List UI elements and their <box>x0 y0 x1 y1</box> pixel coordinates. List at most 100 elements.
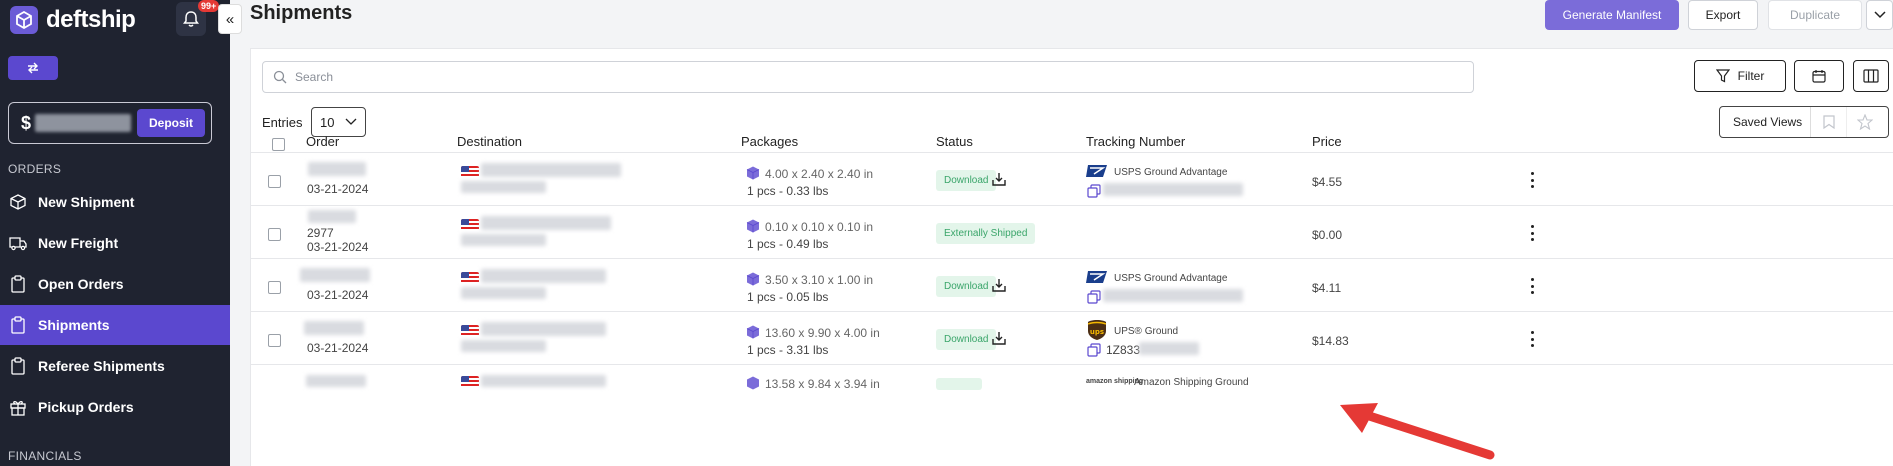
columns-icon <box>1863 69 1879 83</box>
sidebar-item-label: Shipments <box>38 317 110 333</box>
saved-views-button[interactable]: Saved Views <box>1720 107 1812 137</box>
package-icon <box>746 219 760 233</box>
sidebar-item-shipments[interactable]: Shipments <box>0 305 230 345</box>
more-actions-button[interactable] <box>1866 0 1893 30</box>
destination-redacted <box>481 375 606 387</box>
table-row[interactable]: 03-21-2024 4.00 x 2.40 x 2.40 in 1 pcs -… <box>251 152 1893 205</box>
download-icon[interactable] <box>989 275 1009 295</box>
carrier-name: USPS Ground Advantage <box>1114 167 1228 178</box>
row-checkbox[interactable] <box>268 228 281 241</box>
table-row[interactable]: 2977 03-21-2024 0.10 x 0.10 x 0.10 in 1 … <box>251 205 1893 258</box>
row-actions-menu-icon[interactable] <box>1527 172 1537 188</box>
status-badge[interactable]: Download <box>936 329 997 350</box>
row-actions-menu-icon[interactable] <box>1527 278 1537 294</box>
status-badge[interactable]: Download <box>936 170 997 191</box>
truck-icon <box>8 233 28 253</box>
copy-icon[interactable] <box>1087 290 1101 304</box>
column-header-packages[interactable]: Packages <box>741 134 798 149</box>
package-dimensions: 4.00 x 2.40 x 2.40 in <box>765 167 874 181</box>
destination-redacted <box>481 269 606 283</box>
table-row[interactable]: 03-21-2024 13.60 x 9.90 x 4.00 in 1 pcs … <box>251 311 1893 364</box>
search-input[interactable] <box>295 70 1445 84</box>
package-icon <box>746 272 760 286</box>
order-id-redacted <box>308 162 366 176</box>
carrier-name: UPS® Ground <box>1114 326 1179 337</box>
package-icon <box>747 376 759 390</box>
sidebar-item-open-orders[interactable]: Open Orders <box>0 264 230 304</box>
status-badge[interactable]: Download <box>936 276 997 297</box>
package-dimensions: 13.60 x 9.90 x 4.00 in <box>765 326 880 340</box>
sidebar-item-new-freight[interactable]: New Freight <box>0 223 230 263</box>
table-row[interactable]: 13.58 x 9.84 x 3.94 in amazon shipping A… <box>251 364 1893 417</box>
sidebar-item-referee-shipments[interactable]: Referee Shipments <box>0 346 230 386</box>
clipboard-icon <box>8 315 28 335</box>
deposit-button[interactable]: Deposit <box>136 109 205 137</box>
orders-section-label: ORDERS <box>8 162 62 176</box>
tracking-number-redacted <box>1139 342 1199 355</box>
tracking-number-redacted <box>1103 289 1243 302</box>
copy-icon[interactable] <box>1087 343 1101 357</box>
status-badge[interactable]: Externally Shipped <box>936 223 1036 244</box>
collapse-sidebar-button[interactable]: « <box>218 4 242 34</box>
status-badge[interactable] <box>936 378 982 390</box>
row-checkbox[interactable] <box>268 334 281 347</box>
columns-button[interactable] <box>1853 60 1889 92</box>
column-header-destination[interactable]: Destination <box>457 134 522 149</box>
row-actions-menu-icon[interactable] <box>1527 225 1537 241</box>
notification-count-badge: 99+ <box>198 0 220 12</box>
clipboard-icon <box>8 356 28 376</box>
sidebar-item-pickup-orders[interactable]: Pickup Orders <box>0 387 230 427</box>
swap-arrows-icon <box>28 62 38 74</box>
package-weight: 1 pcs - 0.33 lbs <box>747 184 829 198</box>
switch-account-button[interactable] <box>8 56 58 80</box>
copy-icon[interactable] <box>1087 184 1101 198</box>
tracking-number[interactable]: 1Z833 <box>1106 343 1140 357</box>
bookmark-icon[interactable] <box>1811 107 1848 137</box>
duplicate-button[interactable]: Duplicate <box>1768 0 1862 30</box>
destination-redacted <box>461 234 546 246</box>
price: $4.11 <box>1312 281 1342 295</box>
package-weight: 1 pcs - 0.49 lbs <box>747 237 829 251</box>
destination-redacted <box>481 216 611 230</box>
select-all-checkbox[interactable] <box>272 138 285 151</box>
package-weight: 1 pcs - 0.05 lbs <box>747 290 829 304</box>
sidebar: deftship 99+ $ Deposit ORDERS New Shipme… <box>0 0 230 466</box>
column-header-tracking-number[interactable]: Tracking Number <box>1086 134 1185 149</box>
entries-value: 10 <box>320 114 335 130</box>
shipments-panel: Filter Entries 10 Saved Views Order Dest… <box>250 48 1893 466</box>
us-flag-icon <box>461 376 479 388</box>
column-header-status[interactable]: Status <box>936 134 973 149</box>
price: $14.83 <box>1312 334 1349 348</box>
column-header-price[interactable]: Price <box>1312 134 1342 149</box>
sidebar-item-new-shipment[interactable]: New Shipment <box>0 182 230 222</box>
column-header-order[interactable]: Order <box>306 134 339 149</box>
tracking-number-redacted <box>1103 183 1243 196</box>
usps-logo-icon <box>1086 271 1107 283</box>
row-checkbox[interactable] <box>268 281 281 294</box>
us-flag-icon <box>461 325 479 337</box>
brand-name: deftship <box>46 6 136 33</box>
double-chevron-left-icon: « <box>225 10 235 28</box>
download-icon[interactable] <box>989 169 1009 189</box>
svg-text:ups: ups <box>1090 328 1104 336</box>
sidebar-item-label: Referee Shipments <box>38 358 165 374</box>
table-row[interactable]: 03-21-2024 3.50 x 3.10 x 1.00 in 1 pcs -… <box>251 258 1893 311</box>
order-number: 2977 <box>307 226 334 240</box>
brand[interactable]: deftship <box>10 4 136 36</box>
generate-manifest-button[interactable]: Generate Manifest <box>1545 0 1679 30</box>
order-id-redacted <box>308 210 356 223</box>
star-icon[interactable] <box>1847 107 1883 137</box>
row-checkbox[interactable] <box>268 175 281 188</box>
gift-icon <box>8 397 28 417</box>
us-flag-icon <box>461 219 479 231</box>
date-range-button[interactable] <box>1794 60 1844 92</box>
annotation-arrow <box>1340 403 1495 460</box>
download-icon[interactable] <box>989 328 1009 348</box>
row-actions-menu-icon[interactable] <box>1527 331 1537 347</box>
export-button[interactable]: Export <box>1688 0 1758 30</box>
chevron-down-icon <box>1873 11 1886 19</box>
destination-redacted <box>481 322 606 336</box>
entries-select[interactable]: 10 <box>311 107 366 137</box>
filter-icon <box>1715 69 1730 83</box>
filter-button[interactable]: Filter <box>1694 60 1786 92</box>
